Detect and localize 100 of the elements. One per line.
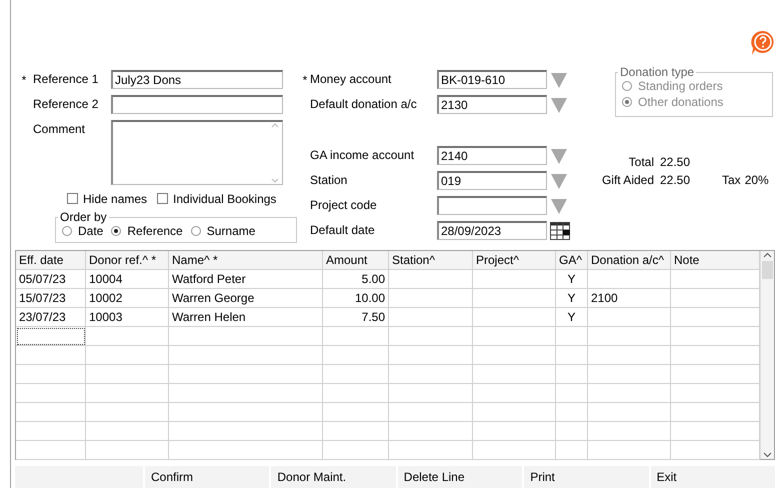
input-field[interactable]: July23 Dons <box>111 70 283 89</box>
date-field[interactable]: 28/09/2023 <box>437 221 547 240</box>
dropdown-arrow-icon[interactable] <box>550 172 568 190</box>
table-cell[interactable] <box>169 384 323 403</box>
table-cell[interactable] <box>323 346 389 365</box>
dropdown-field[interactable] <box>437 196 547 215</box>
table-cell[interactable] <box>169 422 323 441</box>
table-cell[interactable] <box>671 441 760 460</box>
dropdown-field[interactable]: BK-019-610 <box>437 70 547 89</box>
dropdown-field[interactable]: 2130 <box>437 95 547 114</box>
radio-button[interactable] <box>62 226 72 236</box>
toolbar-button[interactable]: Exit <box>650 466 775 488</box>
table-cell[interactable] <box>389 403 473 422</box>
table-cell[interactable] <box>473 346 556 365</box>
table-cell[interactable] <box>588 422 671 441</box>
table-cell[interactable] <box>473 384 556 403</box>
dropdown-arrow-icon[interactable] <box>550 146 568 164</box>
table-cell[interactable] <box>323 422 389 441</box>
table-cell[interactable] <box>323 441 389 460</box>
table-cell[interactable] <box>389 441 473 460</box>
table-cell[interactable] <box>671 327 760 346</box>
scroll-thumb[interactable] <box>762 261 773 279</box>
table-cell[interactable] <box>169 441 323 460</box>
toolbar-button[interactable]: Confirm <box>145 466 270 488</box>
table-cell[interactable] <box>556 365 588 384</box>
table-cell[interactable] <box>556 441 588 460</box>
radio-button[interactable] <box>190 226 201 236</box>
table-cell[interactable] <box>389 365 473 384</box>
table-cell[interactable] <box>556 346 588 365</box>
table-cell[interactable] <box>389 384 473 403</box>
table-cell[interactable] <box>86 422 169 441</box>
table-cell[interactable] <box>473 441 556 460</box>
column-header[interactable]: Station^ <box>389 251 473 270</box>
table-cell[interactable] <box>671 365 760 384</box>
checkbox[interactable] <box>157 193 168 204</box>
table-cell[interactable] <box>671 384 760 403</box>
table-cell[interactable] <box>588 327 671 346</box>
table-cell[interactable] <box>556 327 588 346</box>
table-cell[interactable] <box>86 441 169 460</box>
table-cell[interactable] <box>389 346 473 365</box>
table-cell[interactable] <box>16 441 86 460</box>
checkbox[interactable] <box>67 193 78 204</box>
scroll-down-icon[interactable] <box>763 451 772 459</box>
table-cell[interactable] <box>16 384 86 403</box>
help-icon[interactable] <box>751 30 775 56</box>
table-cell[interactable] <box>671 422 760 441</box>
table-cell[interactable] <box>16 422 86 441</box>
table-cell[interactable] <box>86 384 169 403</box>
column-header[interactable]: Donation a/c^ <box>588 251 671 270</box>
table-cell[interactable] <box>588 403 671 422</box>
table-cell[interactable] <box>473 365 556 384</box>
table-cell[interactable] <box>323 403 389 422</box>
scroll-up-icon[interactable] <box>763 251 772 259</box>
table-cell[interactable] <box>86 327 169 346</box>
table-cell[interactable] <box>556 422 588 441</box>
column-header[interactable]: Amount <box>323 251 389 270</box>
table-cell[interactable] <box>86 403 169 422</box>
column-header[interactable]: Eff. date <box>16 251 86 270</box>
table-cell[interactable] <box>323 384 389 403</box>
table-cell[interactable] <box>389 422 473 441</box>
table-cell[interactable] <box>323 327 389 346</box>
table-cell[interactable] <box>671 403 760 422</box>
table-cell[interactable] <box>16 327 86 346</box>
table-cell[interactable] <box>588 365 671 384</box>
toolbar-button[interactable]: Donor Maint. <box>271 466 396 488</box>
table-cell[interactable] <box>169 403 323 422</box>
table-cell[interactable] <box>16 346 86 365</box>
toolbar-button[interactable]: Delete Line <box>398 466 522 488</box>
table-cell[interactable] <box>169 365 323 384</box>
dropdown-arrow-icon[interactable] <box>550 70 568 88</box>
table-cell[interactable] <box>473 403 556 422</box>
column-header[interactable]: Name^ * <box>169 251 323 270</box>
column-header[interactable]: Donor ref.^ * <box>86 251 169 270</box>
table-cell[interactable] <box>16 365 86 384</box>
table-cell[interactable] <box>671 346 760 365</box>
table-cell[interactable] <box>588 346 671 365</box>
table-cell[interactable] <box>323 365 389 384</box>
calendar-icon[interactable] <box>550 222 570 240</box>
column-header[interactable]: GA^ <box>556 251 588 270</box>
table-cell[interactable] <box>389 327 473 346</box>
table-cell[interactable] <box>86 346 169 365</box>
dropdown-field[interactable]: 2140 <box>437 146 547 165</box>
dropdown-arrow-icon[interactable] <box>550 196 568 214</box>
toolbar-button[interactable]: Print <box>524 466 649 488</box>
column-header[interactable]: Project^ <box>473 251 556 270</box>
dropdown-arrow-icon[interactable] <box>550 96 568 114</box>
table-cell[interactable] <box>556 403 588 422</box>
radio-button[interactable] <box>111 226 122 236</box>
table-cell[interactable] <box>556 384 588 403</box>
table-cell[interactable] <box>169 327 323 346</box>
table-cell[interactable] <box>588 384 671 403</box>
column-header[interactable]: Note <box>671 251 760 270</box>
table-cell[interactable] <box>473 422 556 441</box>
table-cell[interactable] <box>473 327 556 346</box>
table-cell[interactable] <box>588 441 671 460</box>
input-field[interactable] <box>111 95 283 114</box>
table-cell[interactable] <box>16 403 86 422</box>
table-cell[interactable] <box>86 365 169 384</box>
dropdown-field[interactable]: 019 <box>437 171 547 190</box>
table-cell[interactable] <box>169 346 323 365</box>
